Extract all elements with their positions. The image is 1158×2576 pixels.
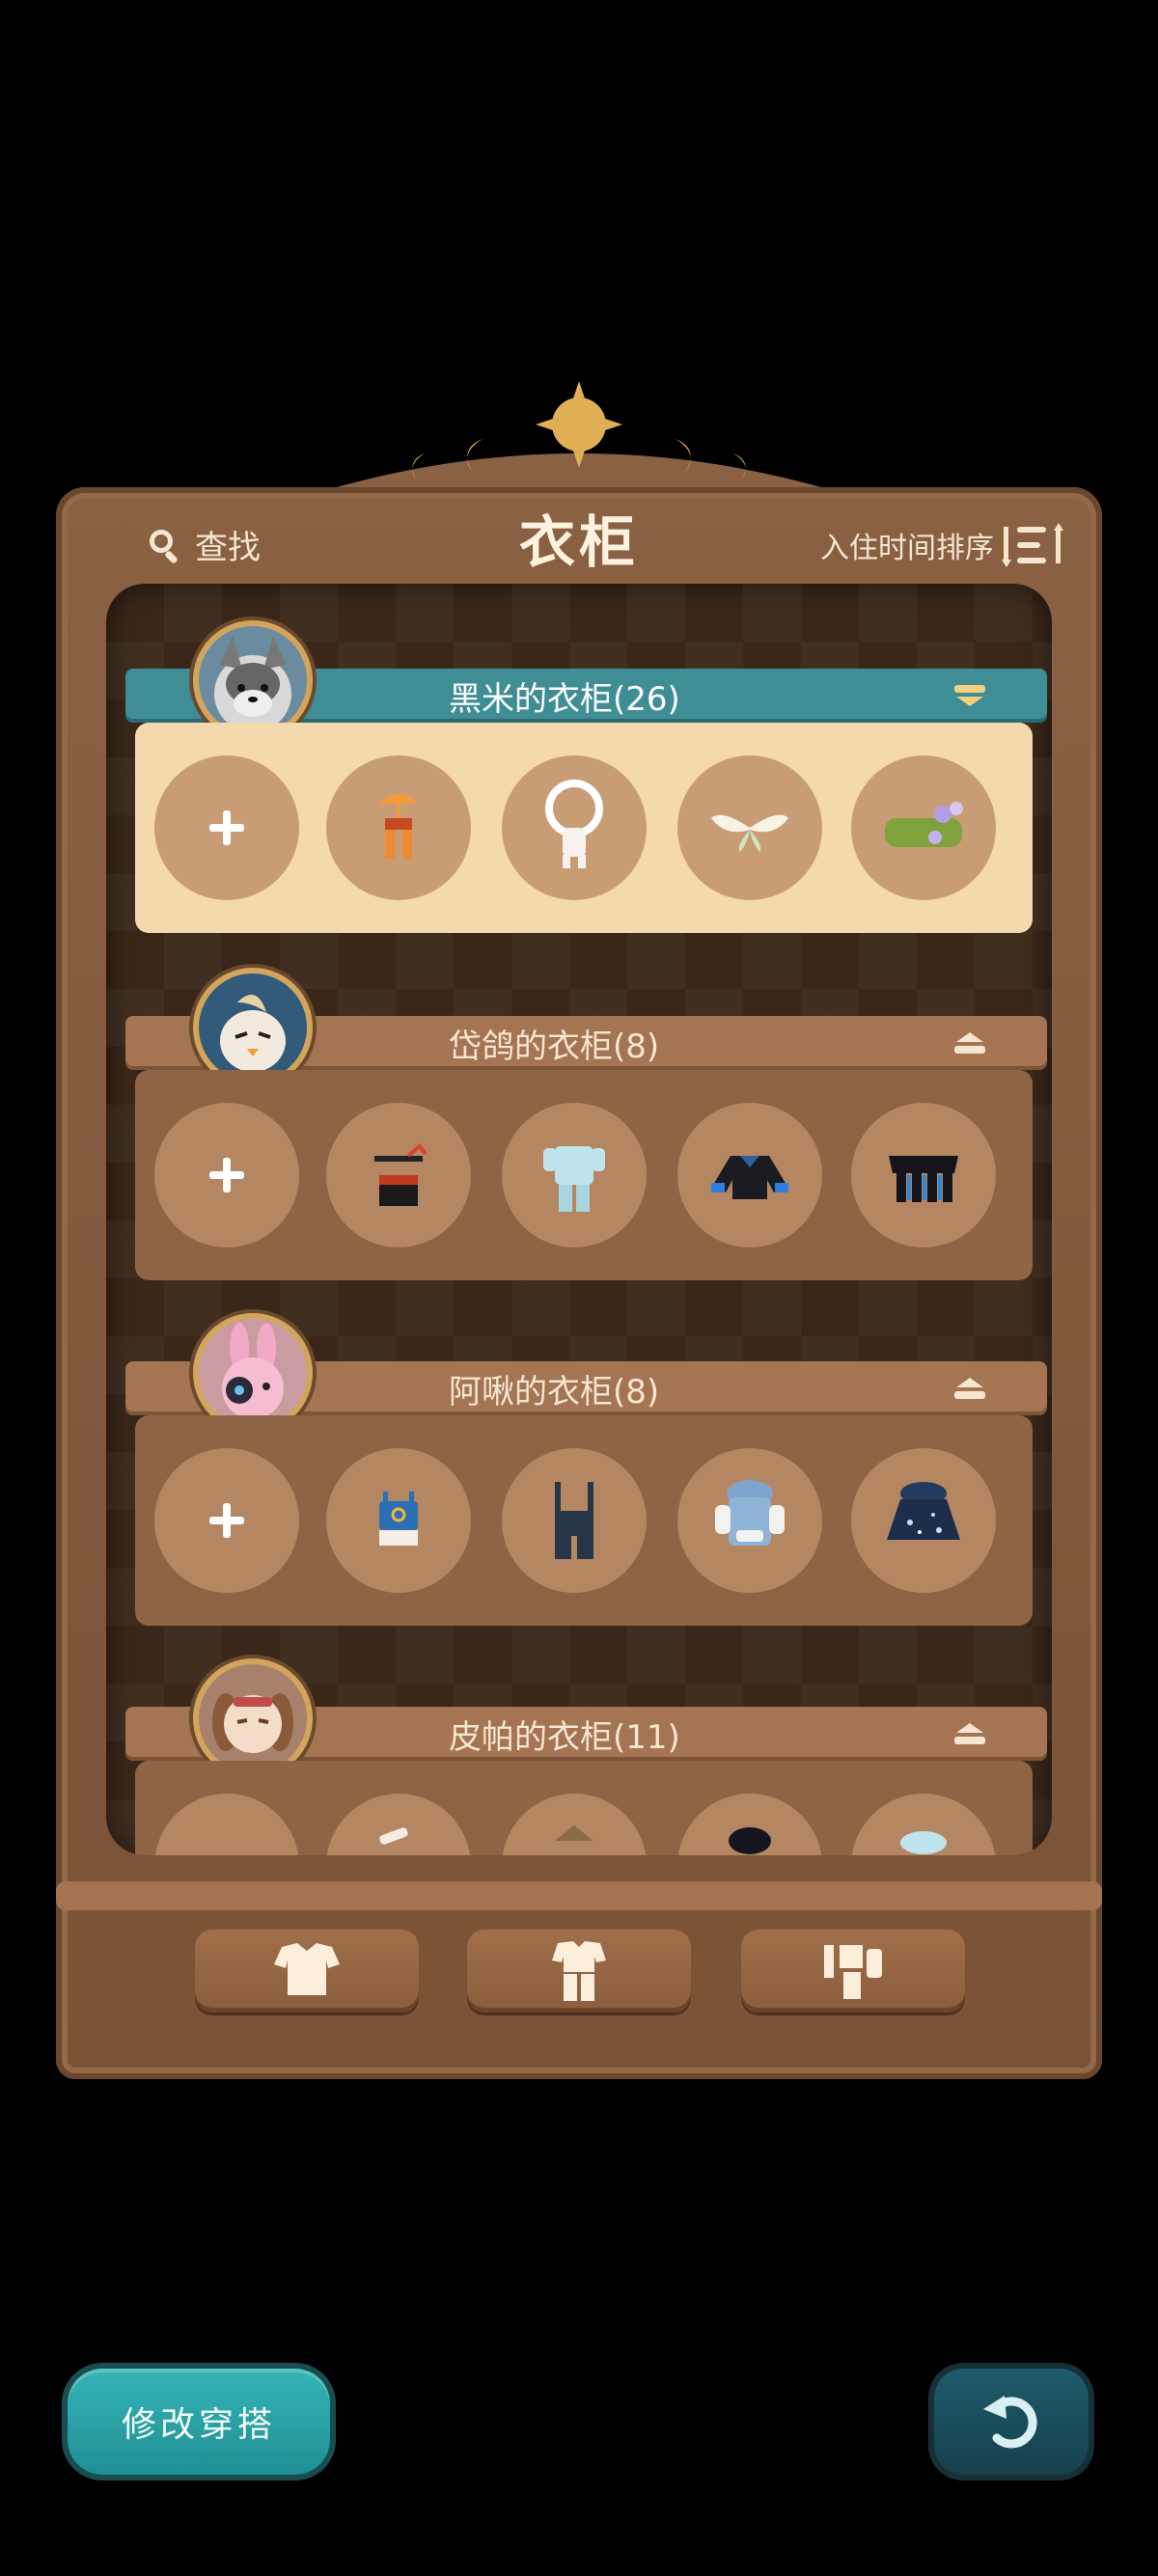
moon-icon xyxy=(411,1721,425,1746)
plus-icon xyxy=(209,1158,244,1192)
white-fluffy-outfit[interactable] xyxy=(502,755,647,900)
add-item-button[interactable] xyxy=(154,1794,299,1855)
expand-icon[interactable] xyxy=(951,1028,989,1057)
plus-icon xyxy=(209,1503,244,1538)
wardrobe-title: 阿啾的衣柜(8) xyxy=(449,1372,660,1411)
blue-hoodie[interactable] xyxy=(677,1448,822,1593)
top-clothing-icon xyxy=(274,1943,340,1995)
moon-icon xyxy=(411,1030,425,1055)
blue-tank-top[interactable] xyxy=(326,1448,471,1593)
wardrobe-item-tray xyxy=(135,1415,1033,1626)
category-tab-tops[interactable] xyxy=(195,1930,419,2013)
white-butterfly-wings[interactable] xyxy=(677,755,822,900)
dark-hood-outfit[interactable] xyxy=(677,1794,822,1855)
category-tab-accessories[interactable] xyxy=(741,1930,965,2013)
moon-icon xyxy=(411,1376,425,1401)
wardrobe-title: 岱鸽的衣柜(8) xyxy=(449,1027,660,1066)
wardrobe-title: 皮帕的衣柜(11) xyxy=(449,1717,680,1757)
wardrobe-list[interactable]: 黑米的衣柜(26) 岱鸽的衣柜(8) 阿啾的衣柜(8) 皮帕的衣柜(11) xyxy=(106,584,1052,1855)
light-blue-outfit[interactable] xyxy=(851,1794,996,1855)
sort-icon xyxy=(1002,523,1063,567)
wardrobe-title: 黑米的衣柜(26) xyxy=(449,679,680,719)
outfit-set-icon xyxy=(552,1941,606,2001)
plus-icon xyxy=(209,810,244,845)
navy-overalls[interactable] xyxy=(502,1448,647,1593)
edit-outfit-label: 修改穿搭 xyxy=(121,2405,276,2445)
add-item-button[interactable] xyxy=(154,1103,299,1247)
wardrobe-item-tray xyxy=(135,1761,1033,1855)
add-item-button[interactable] xyxy=(154,755,299,900)
green-moss-flower-cloak[interactable] xyxy=(851,755,996,900)
sort-button[interactable]: 入住时间排序 xyxy=(820,521,1069,569)
accessory-icon xyxy=(824,1945,882,1999)
orange-umbrella-hat-overalls[interactable] xyxy=(326,755,471,900)
wardrobe-item-tray xyxy=(135,723,1033,933)
brown-hat-outfit[interactable] xyxy=(502,1794,647,1855)
back-button[interactable] xyxy=(934,2369,1089,2475)
moon-ornament-right xyxy=(743,510,766,557)
black-blue-jacket[interactable] xyxy=(677,1103,822,1247)
expand-icon[interactable] xyxy=(951,1374,989,1403)
light-blue-pajamas[interactable] xyxy=(502,1103,647,1247)
moon-icon xyxy=(411,683,425,708)
back-arrow-icon xyxy=(983,2396,1037,2449)
black-fringe-skirt[interactable] xyxy=(851,1103,996,1247)
starry-navy-coat[interactable] xyxy=(851,1448,996,1593)
wardrobe-item-tray xyxy=(135,1070,1033,1280)
category-tab-sets[interactable] xyxy=(467,1930,691,2013)
sort-label: 入住时间排序 xyxy=(820,532,994,565)
black-spiked-shorts-outfit[interactable] xyxy=(326,1103,471,1247)
add-item-button[interactable] xyxy=(154,1448,299,1593)
expand-icon[interactable] xyxy=(951,1719,989,1748)
collapse-icon[interactable] xyxy=(951,681,989,710)
edit-outfit-button[interactable]: 修改穿搭 xyxy=(68,2369,330,2475)
bandage-outfit[interactable] xyxy=(326,1794,471,1855)
